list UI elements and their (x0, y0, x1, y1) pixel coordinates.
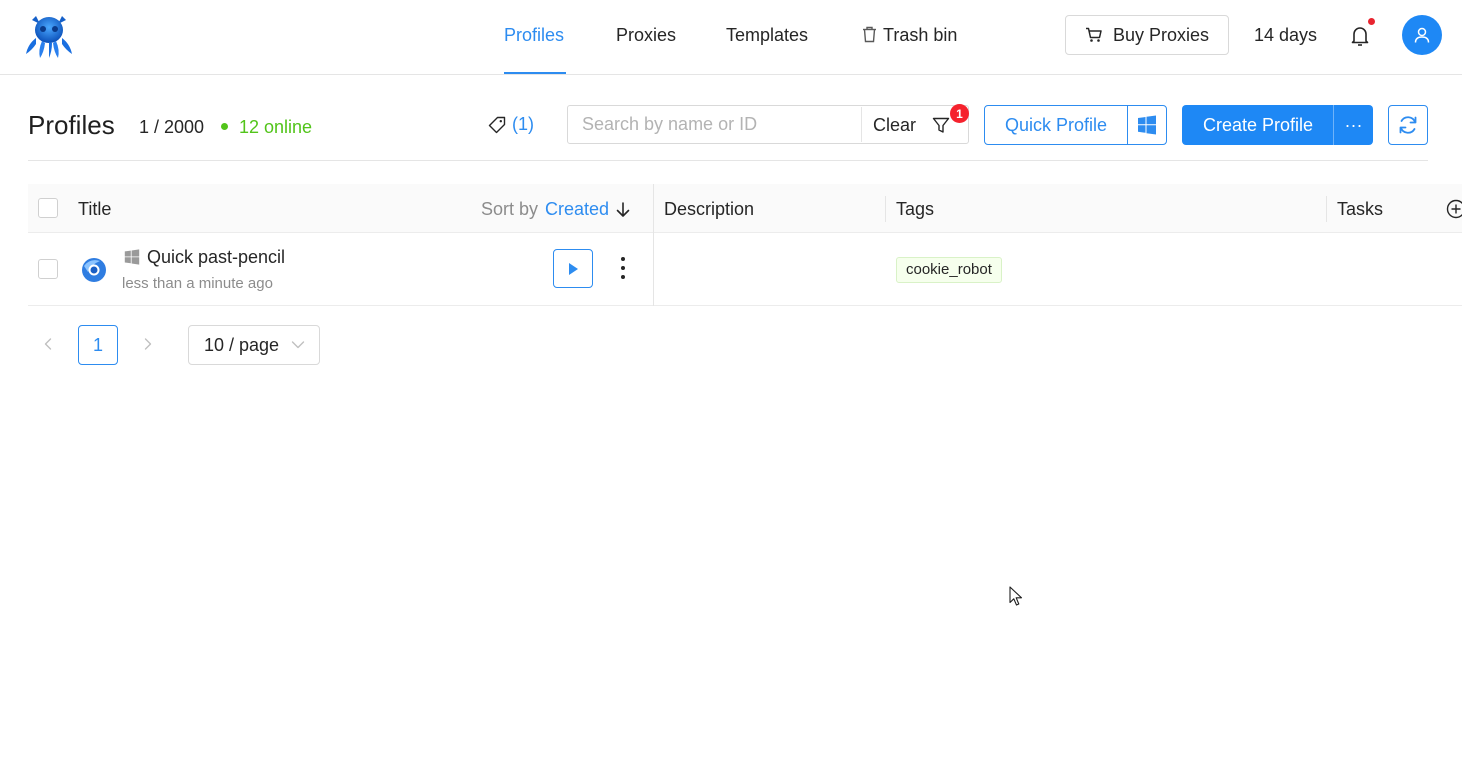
browser-profile-icon (82, 258, 106, 282)
octopus-logo-icon[interactable] (22, 10, 76, 60)
column-title-header: Title (78, 199, 112, 219)
bell-icon[interactable] (1350, 24, 1370, 48)
subscription-days: 14 days (1254, 25, 1318, 45)
profile-count: 1 / 2000 (139, 117, 205, 137)
nav-tab-templates[interactable]: Templates (726, 24, 808, 46)
refresh-button[interactable] (1388, 105, 1428, 145)
column-tasks-header: Tasks (1337, 199, 1384, 219)
search-box: Clear (567, 105, 969, 144)
notification-dot (1368, 18, 1375, 25)
sort-field: Created (545, 199, 610, 219)
windows-icon (1138, 115, 1156, 135)
column-divider (885, 196, 886, 222)
column-divider (1326, 196, 1327, 222)
prev-page-icon[interactable] (38, 334, 58, 354)
tag-icon (488, 116, 506, 133)
active-tab-indicator (504, 72, 566, 74)
nav-tab-trash-label: Trash bin (883, 25, 958, 45)
profile-created-time: less than a minute ago (122, 275, 273, 292)
profile-title[interactable]: Quick past-pencil (147, 247, 285, 268)
table-header: Title Sort by Created Description Tags T… (28, 184, 1462, 233)
nav-tab-trash-bin[interactable]: Trash bin (862, 24, 957, 46)
quick-profile-button[interactable]: Quick Profile (984, 105, 1128, 145)
add-column-icon[interactable] (1446, 199, 1462, 219)
nav-tab-profiles[interactable]: Profiles (504, 24, 564, 46)
page-number-button[interactable]: 1 (78, 325, 118, 365)
table-row[interactable]: Quick past-pencil less than a minute ago… (28, 233, 1462, 306)
arrow-down-icon (616, 201, 630, 217)
column-divider (653, 184, 654, 233)
cart-icon (1085, 27, 1102, 42)
nav-tab-proxies[interactable]: Proxies (616, 24, 676, 46)
filter-count-badge: 1 (950, 104, 969, 123)
filter-icon[interactable] (932, 117, 950, 134)
create-profile-button[interactable]: Create Profile (1182, 105, 1334, 145)
sort-control[interactable]: Sort by Created (481, 199, 630, 220)
buy-proxies-button[interactable]: Buy Proxies (1065, 15, 1229, 55)
chevron-down-icon (291, 341, 305, 349)
sort-prefix: Sort by (481, 199, 539, 219)
clear-search-button[interactable]: Clear (873, 115, 916, 136)
row-more-menu-icon[interactable] (616, 255, 630, 281)
create-profile-more-button[interactable]: ··· (1333, 105, 1373, 145)
select-all-checkbox[interactable] (38, 198, 58, 218)
tag-filter-count: (1) (512, 114, 534, 134)
play-icon (569, 262, 578, 275)
buy-proxies-label: Buy Proxies (1112, 24, 1210, 45)
search-divider (861, 107, 862, 142)
profile-tag: cookie_robot (896, 257, 1002, 283)
refresh-icon (1399, 116, 1417, 134)
tag-filter-button[interactable]: (1) (488, 114, 534, 135)
mouse-cursor-icon (1009, 586, 1023, 606)
column-tags-header: Tags (896, 199, 935, 219)
quick-profile-os-button[interactable] (1127, 105, 1167, 145)
start-profile-button[interactable] (553, 249, 593, 288)
user-icon (1414, 27, 1430, 43)
user-avatar[interactable] (1402, 15, 1442, 55)
next-page-icon[interactable] (138, 334, 158, 354)
toolbar-divider (28, 160, 1428, 161)
page-size-select[interactable]: 10 / page (188, 325, 320, 365)
windows-icon (124, 249, 140, 265)
column-description-header: Description (664, 199, 755, 219)
search-input[interactable] (568, 106, 861, 143)
top-navbar: Profiles Proxies Templates Trash bin Buy… (0, 0, 1462, 75)
page-size-value: 10 / page (204, 334, 280, 355)
row-checkbox[interactable] (38, 259, 58, 279)
online-count: 12 online (239, 117, 313, 137)
online-status-dot (221, 123, 228, 130)
column-divider (653, 233, 654, 306)
trash-icon (863, 26, 876, 43)
page-title: Profiles (28, 110, 115, 140)
